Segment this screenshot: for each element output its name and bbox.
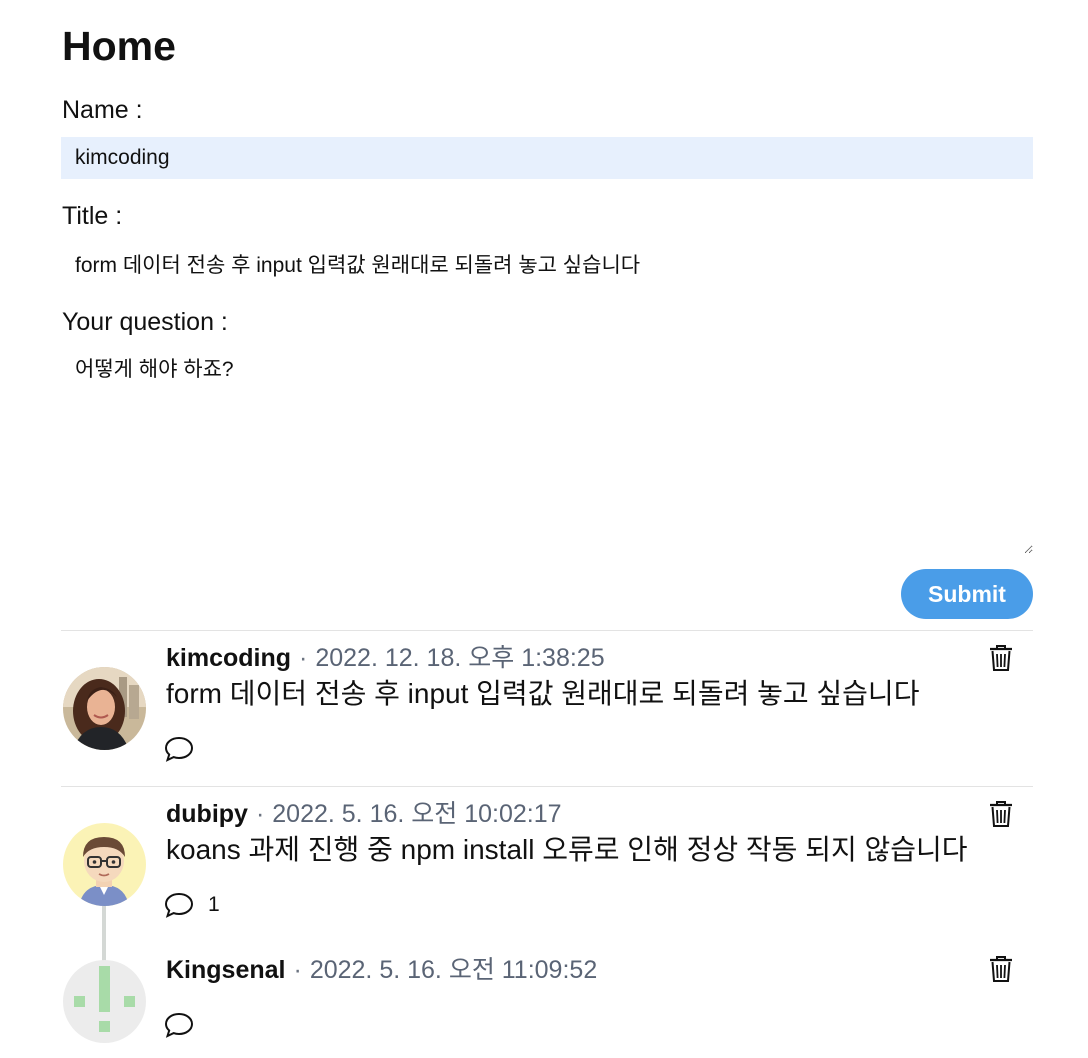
delete-button[interactable] [988,644,1014,672]
name-input[interactable] [61,137,1033,179]
post-date: 2022. 5. 16. 오전 10:02:17 [272,800,562,828]
discussion-body[interactable]: koans 과제 진행 중 npm install 오류로 인해 정상 작동 되… [166,833,968,867]
avatar [63,960,146,1043]
page-title: Home [62,23,176,69]
avatar [63,667,146,750]
reply-count: 1 [208,893,220,916]
question-textarea[interactable]: 어떻게 해야 하죠? [61,349,1033,554]
avatar [63,823,146,906]
reply-button[interactable] [164,734,208,764]
cartoon-boy-avatar [63,823,146,906]
identicon-avatar [63,960,146,1043]
title-label: Title : [62,202,123,230]
title-input[interactable] [61,243,1033,285]
speech-bubble-icon [164,892,194,918]
divider [61,630,1033,631]
post-date: 2022. 5. 16. 오전 11:09:52 [309,956,598,984]
question-label: Your question : [62,308,228,336]
speech-bubble-icon [164,1012,194,1038]
reply-button[interactable] [164,1010,208,1040]
author-name[interactable]: kimcoding [166,644,291,672]
reply-button[interactable]: 1 [164,890,220,920]
meta-separator: · [293,956,302,984]
trash-icon [990,645,1012,671]
name-label: Name : [62,96,143,124]
trash-icon [990,801,1012,827]
delete-button[interactable] [988,800,1014,828]
meta-separator: · [299,644,308,672]
post-date: 2022. 12. 18. 오후 1:38:25 [315,644,605,672]
discussion-meta: kimcoding · 2022. 12. 18. 오후 1:38:25 [166,643,605,673]
thread-connector [102,905,106,967]
discussion-meta: Kingsenal · 2022. 5. 16. 오전 11:09:52 [166,955,597,985]
submit-button[interactable]: Submit [901,569,1033,619]
discussion-body[interactable]: form 데이터 전송 후 input 입력값 원래대로 되돌려 놓고 싶습니다 [166,677,919,711]
delete-button[interactable] [988,955,1014,983]
speech-bubble-icon [164,736,194,762]
meta-separator: · [255,800,265,828]
author-name[interactable]: dubipy [166,800,248,828]
woman-photo-avatar [63,667,146,750]
discussion-meta: dubipy · 2022. 5. 16. 오전 10:02:17 [166,799,562,829]
author-name[interactable]: Kingsenal [166,956,285,984]
divider [61,786,1033,787]
trash-icon [990,956,1012,982]
page: Home Name : Title : Your question : 어떻게 … [0,0,1088,1058]
